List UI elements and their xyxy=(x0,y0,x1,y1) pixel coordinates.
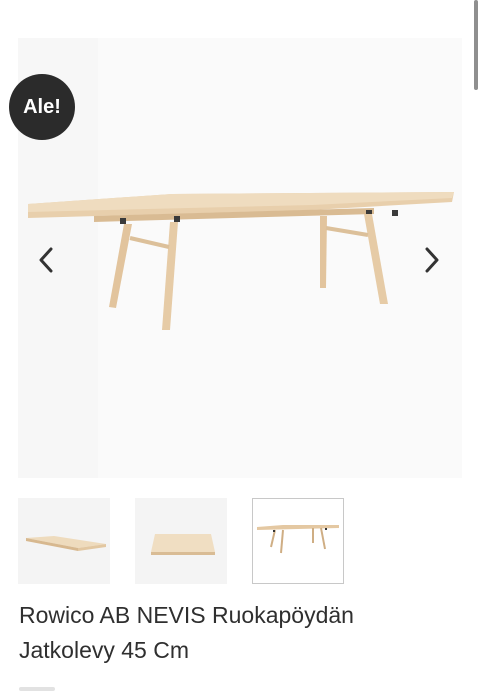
thumbnail-1[interactable] xyxy=(18,498,110,584)
product-title-line-2: Jatkolevy 45 Cm xyxy=(19,637,190,663)
sale-badge-label: Ale! xyxy=(23,95,61,118)
thumbnail-strip xyxy=(18,498,462,586)
main-product-image[interactable] xyxy=(24,180,456,330)
thumbnail-3-selected[interactable] xyxy=(252,498,344,584)
chevron-left-icon xyxy=(39,247,53,273)
thumbnail-1-image xyxy=(26,536,106,551)
chevron-right-icon xyxy=(425,247,439,273)
page-scrollbar[interactable] xyxy=(474,0,478,90)
thumbnail-3-image xyxy=(257,525,339,554)
thumbnail-2[interactable] xyxy=(135,498,227,584)
divider xyxy=(19,687,55,691)
sale-badge: Ale! xyxy=(9,74,75,140)
product-title-line-1: Rowico AB NEVIS Ruokapöydän xyxy=(19,602,354,628)
thumbnail-2-image xyxy=(151,534,215,555)
previous-image-button[interactable] xyxy=(28,240,64,280)
next-image-button[interactable] xyxy=(414,240,450,280)
product-title: Rowico AB NEVIS Ruokapöydän Jatkolevy 45… xyxy=(19,598,459,668)
scrollbar-thumb[interactable] xyxy=(474,0,478,90)
